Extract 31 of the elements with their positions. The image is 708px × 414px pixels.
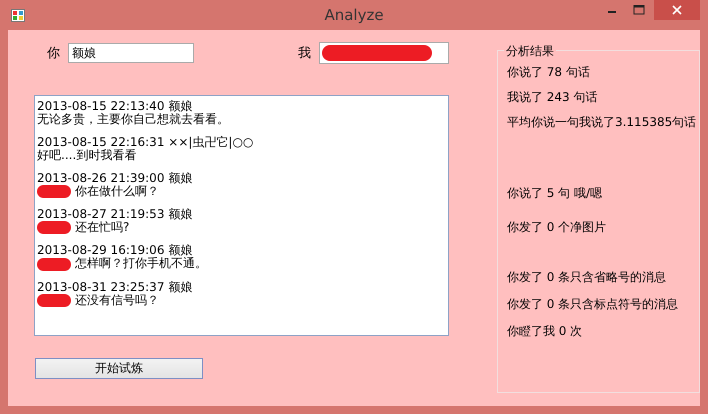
app-icon	[11, 8, 25, 22]
message-header: 2013-08-31 23:25:37 额娘	[37, 280, 194, 294]
message-header: 2013-08-15 22:13:40 额娘	[37, 100, 194, 113]
message-header: 2013-08-26 21:39:00 额娘	[37, 172, 194, 185]
result-text: 你说了 5 句 哦/嗯	[506, 185, 604, 202]
you-label: 你	[47, 45, 61, 62]
result-text: 你发了 0 个净图片	[506, 219, 608, 236]
message-header: 2013-08-29 16:19:06 额娘	[37, 244, 192, 258]
result-text: 平均你说一句我说了3.115385句话	[506, 114, 698, 131]
message-text: 还没有信号吗？	[75, 292, 159, 307]
maximize-icon	[632, 5, 644, 15]
result-text: 你说了 78 句话	[506, 64, 591, 81]
result-text: 你发了 0 条只含省略号的消息	[506, 269, 668, 286]
message-header: 2013-08-15 22:16:31 ××|虫卍它|○○	[37, 136, 254, 149]
message-text: 你在做什么啊？	[75, 184, 159, 198]
message-text: 怎样啊？打你手机不通。	[75, 256, 207, 270]
message-header: 2013-08-27 21:19:53 额娘	[37, 208, 194, 222]
result-text: 我说了 243 句话	[506, 89, 599, 106]
message-text: 还在忙吗?	[75, 220, 130, 234]
result-text: 你发了 0 条只含标点符号的消息	[506, 296, 680, 313]
close-icon	[672, 5, 682, 15]
message-text: 好吧....到时我看看	[37, 148, 136, 162]
message-text: 无论多贵，主要你自己想就去看看。	[37, 112, 229, 126]
close-button[interactable]	[654, 0, 700, 20]
result-text: 你瞪了我 0 次	[506, 323, 584, 340]
window-title: Analyze	[323, 6, 385, 24]
me-label: 我	[298, 45, 312, 62]
you-field[interactable]: 额娘	[68, 43, 194, 63]
group-title: 分析结果	[504, 43, 556, 60]
start-button[interactable]: 开始试炼	[35, 358, 203, 379]
me-field[interactable]	[319, 42, 449, 64]
